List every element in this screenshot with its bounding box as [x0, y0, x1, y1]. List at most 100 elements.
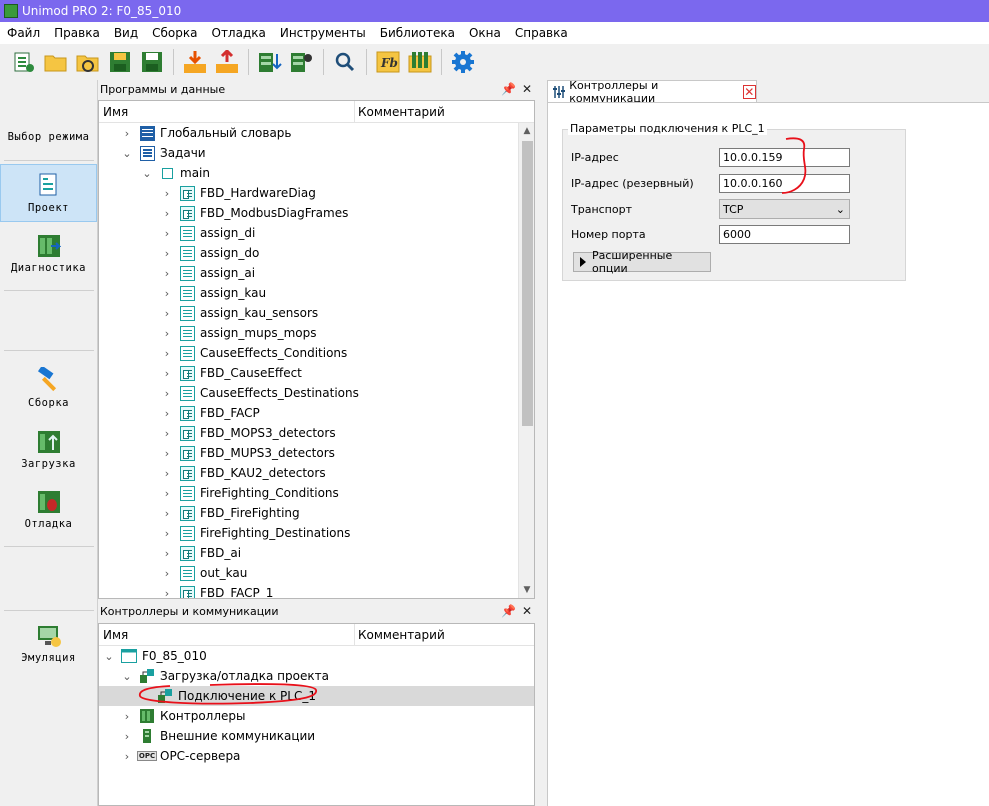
chevron-right-icon[interactable]: ›: [161, 347, 173, 360]
chevron-right-icon[interactable]: ›: [161, 407, 173, 420]
pin-icon[interactable]: 📌: [501, 82, 516, 96]
tree-item-project-root[interactable]: ⌄ F0_85_010: [99, 646, 534, 666]
programs-scrollbar[interactable]: ▲ ▼: [518, 123, 534, 598]
save-icon[interactable]: [106, 48, 134, 76]
chevron-right-icon[interactable]: ›: [121, 127, 133, 140]
close-icon[interactable]: ✕: [522, 604, 532, 618]
undo-history-icon[interactable]: [74, 48, 102, 76]
save-all-icon[interactable]: [138, 48, 166, 76]
menu-library[interactable]: Библиотека: [373, 26, 462, 40]
chevron-right-icon[interactable]: ›: [161, 387, 173, 400]
nav-load[interactable]: Загрузка: [0, 422, 97, 478]
build-icon[interactable]: [256, 48, 284, 76]
chevron-right-icon[interactable]: ›: [161, 187, 173, 200]
tree-item-main[interactable]: ⌄ main: [99, 163, 534, 183]
tree-item-program[interactable]: › FBD_FACP: [99, 403, 534, 423]
nav-mode-select[interactable]: Выбор режима: [0, 110, 97, 160]
download-icon[interactable]: [181, 48, 209, 76]
gear-icon[interactable]: [449, 48, 477, 76]
chevron-right-icon[interactable]: ›: [121, 730, 133, 743]
column-comment-header[interactable]: Комментарий: [355, 628, 445, 642]
tree-item-program[interactable]: › out_kau: [99, 563, 534, 583]
menu-view[interactable]: Вид: [107, 26, 145, 40]
search-icon[interactable]: [331, 48, 359, 76]
chevron-down-icon[interactable]: ⌄: [121, 670, 133, 683]
chevron-right-icon[interactable]: ›: [161, 227, 173, 240]
scroll-up-icon[interactable]: ▲: [519, 123, 534, 139]
tree-item-program[interactable]: › assign_kau_sensors: [99, 303, 534, 323]
tree-item-program[interactable]: › FireFighting_Conditions: [99, 483, 534, 503]
tree-item-global-dict[interactable]: › Глобальный словарь: [99, 123, 534, 143]
tab-controllers-comms[interactable]: Контроллеры и коммуникации ✕: [547, 79, 757, 105]
chevron-down-icon[interactable]: ⌄: [141, 167, 153, 180]
tree-item-program[interactable]: › CauseEffects_Destinations: [99, 383, 534, 403]
tree-item-program[interactable]: › assign_mups_mops: [99, 323, 534, 343]
chevron-right-icon[interactable]: ›: [161, 267, 173, 280]
close-tab-icon[interactable]: ✕: [742, 84, 756, 99]
menu-help[interactable]: Справка: [508, 26, 575, 40]
tree-item-program[interactable]: › FBD_ai: [99, 543, 534, 563]
column-name-header[interactable]: Имя: [99, 101, 355, 122]
tree-item-controllers[interactable]: › Контроллеры: [99, 706, 534, 726]
chevron-right-icon[interactable]: ›: [161, 427, 173, 440]
settings-build-icon[interactable]: [288, 48, 316, 76]
chevron-right-icon[interactable]: ›: [161, 507, 173, 520]
menu-file[interactable]: Файл: [0, 26, 47, 40]
tree-item-program[interactable]: › FBD_ModbusDiagFrames: [99, 203, 534, 223]
tree-item-plc-connection[interactable]: Подключение к PLC_1: [99, 686, 534, 706]
scrollbar-thumb[interactable]: [522, 141, 533, 426]
tree-item-program[interactable]: › FBD_MUPS3_detectors: [99, 443, 534, 463]
menu-windows[interactable]: Окна: [462, 26, 508, 40]
nav-project[interactable]: Проект: [0, 164, 97, 222]
menu-build[interactable]: Сборка: [145, 26, 204, 40]
menu-edit[interactable]: Правка: [47, 26, 107, 40]
pin-icon[interactable]: 📌: [501, 604, 516, 618]
nav-debug[interactable]: Отладка: [0, 482, 97, 538]
port-input[interactable]: 6000: [719, 225, 850, 244]
tree-item-program[interactable]: › assign_do: [99, 243, 534, 263]
chevron-right-icon[interactable]: ›: [161, 547, 173, 560]
tree-item-program[interactable]: › FBD_KAU2_detectors: [99, 463, 534, 483]
transport-select[interactable]: TCP ⌄: [719, 199, 850, 219]
tree-item-program[interactable]: › FireFighting_Destinations: [99, 523, 534, 543]
tree-item-program[interactable]: › FBD_HardwareDiag: [99, 183, 534, 203]
chevron-right-icon[interactable]: ›: [121, 750, 133, 763]
tree-item-program[interactable]: › assign_kau: [99, 283, 534, 303]
open-folder-icon[interactable]: [42, 48, 70, 76]
tree-item-program[interactable]: › FBD_CauseEffect: [99, 363, 534, 383]
column-name-header[interactable]: Имя: [99, 624, 355, 645]
nav-build[interactable]: Сборка: [0, 360, 97, 416]
scroll-down-icon[interactable]: ▼: [519, 582, 534, 598]
tree-item-load-debug[interactable]: ⌄ Загрузка/отладка проекта: [99, 666, 534, 686]
menu-tools[interactable]: Инструменты: [273, 26, 373, 40]
nav-emulation[interactable]: Эмуляция: [0, 616, 97, 672]
chevron-right-icon[interactable]: ›: [161, 487, 173, 500]
tree-item-program[interactable]: › CauseEffects_Conditions: [99, 343, 534, 363]
tree-item-program[interactable]: › assign_di: [99, 223, 534, 243]
library-icon[interactable]: [406, 48, 434, 76]
tree-item-program[interactable]: › FBD_MOPS3_detectors: [99, 423, 534, 443]
tree-item-program[interactable]: › assign_ai: [99, 263, 534, 283]
tree-item-opc-servers[interactable]: › OPC OPC-сервера: [99, 746, 534, 766]
menu-debug[interactable]: Отладка: [205, 26, 273, 40]
close-icon[interactable]: ✕: [522, 82, 532, 96]
advanced-options-button[interactable]: Расширенные опции: [573, 249, 711, 275]
column-comment-header[interactable]: Комментарий: [355, 105, 445, 119]
new-project-icon[interactable]: [10, 48, 38, 76]
chevron-right-icon[interactable]: ›: [161, 467, 173, 480]
chevron-down-icon[interactable]: ⌄: [121, 147, 133, 160]
nav-diagnostics[interactable]: Диагностика: [0, 226, 97, 282]
chevron-right-icon[interactable]: ›: [161, 327, 173, 340]
fb-icon[interactable]: Fb: [374, 48, 402, 76]
upload-icon[interactable]: [213, 48, 241, 76]
chevron-right-icon[interactable]: ›: [161, 587, 173, 599]
ip-input[interactable]: 10.0.0.159: [719, 148, 850, 167]
tree-item-program[interactable]: › FBD_FireFighting: [99, 503, 534, 523]
chevron-right-icon[interactable]: ›: [161, 527, 173, 540]
chevron-right-icon[interactable]: ›: [161, 367, 173, 380]
chevron-down-icon[interactable]: ⌄: [103, 650, 115, 663]
chevron-right-icon[interactable]: ›: [161, 207, 173, 220]
ip-backup-input[interactable]: 10.0.0.160: [719, 174, 850, 193]
chevron-right-icon[interactable]: ›: [161, 307, 173, 320]
chevron-right-icon[interactable]: ›: [161, 567, 173, 580]
